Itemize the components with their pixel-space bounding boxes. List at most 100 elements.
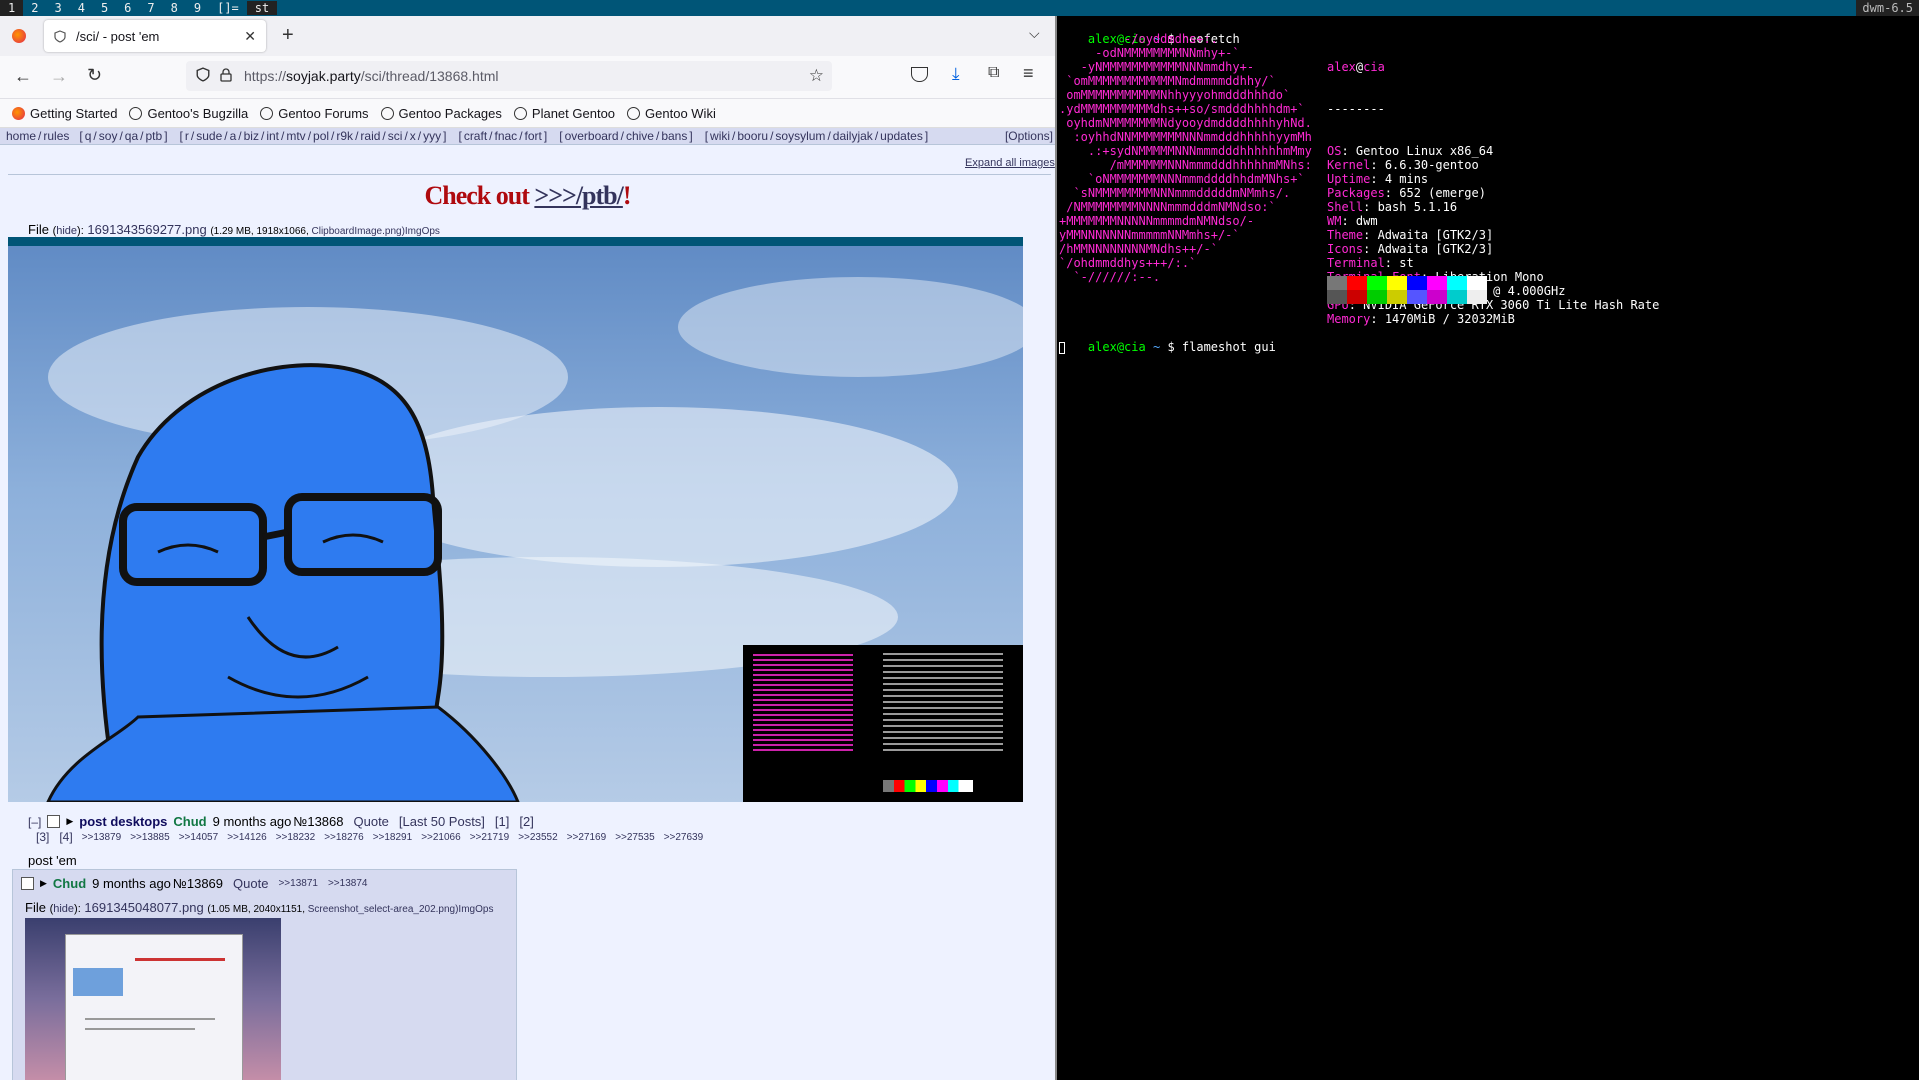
lock-icon[interactable]	[220, 67, 232, 85]
close-tab-icon[interactable]: ✕	[244, 28, 256, 45]
bookmark-gentoo-wiki[interactable]: Gentoo Wiki	[627, 106, 716, 121]
tab-sci-post-em[interactable]: /sci/ - post 'em ✕	[44, 20, 266, 52]
board-link-pol[interactable]: pol	[313, 129, 329, 143]
bookmark-planet-gentoo[interactable]: Planet Gentoo	[513, 106, 615, 121]
op-filename-link[interactable]: 1691343569277.png	[87, 222, 206, 237]
board-link-sude[interactable]: sude	[196, 129, 222, 143]
backlink[interactable]: >>27639	[664, 832, 704, 843]
board-link-raid[interactable]: raid	[360, 129, 380, 143]
bookmark-getting-started[interactable]: Getting Started	[12, 106, 117, 121]
reply-quote-link[interactable]: Quote	[233, 876, 268, 891]
board-link-soy[interactable]: soy	[99, 129, 118, 143]
reply-menu-triangle-icon[interactable]: ▶	[40, 878, 47, 889]
reply-backlink[interactable]: >>13871	[278, 878, 318, 889]
board-link-yyy[interactable]: yyy	[423, 129, 441, 143]
board-link-updates[interactable]: updates	[880, 129, 923, 143]
bookmark-gentoo-s-bugzilla[interactable]: Gentoo's Bugzilla	[129, 106, 248, 121]
reply-checkbox[interactable]	[21, 877, 34, 890]
firefox-view-icon[interactable]	[12, 29, 26, 43]
st-terminal[interactable]: alex@cia ~ $ neofetch -/oyddmdhs+:. -odN…	[1057, 16, 1919, 1080]
op-quote-link[interactable]: Quote	[354, 814, 389, 829]
reply-thumbnail[interactable]	[25, 918, 281, 1080]
dwm-tag-3[interactable]: 3	[46, 0, 69, 16]
list-all-tabs-chevron-icon[interactable]: ⌵	[1029, 25, 1040, 42]
downloads-icon[interactable]: ⤓	[952, 64, 960, 84]
board-link-fort[interactable]: fort	[525, 129, 542, 143]
board-link-booru[interactable]: booru	[737, 129, 768, 143]
board-link-x[interactable]: x	[410, 129, 416, 143]
board-link-craft[interactable]: craft	[464, 129, 487, 143]
board-link-mtv[interactable]: mtv	[286, 129, 305, 143]
backlink[interactable]: >>14126	[227, 832, 267, 843]
backlink[interactable]: >>21719	[470, 832, 510, 843]
board-link-a[interactable]: a	[230, 129, 237, 143]
reply-hide-image-link[interactable]: hide	[53, 903, 74, 915]
board-link-soysylum[interactable]: soysylum	[775, 129, 825, 143]
last-50-posts-link[interactable]: [Last 50 Posts]	[399, 814, 485, 829]
new-tab-button[interactable]: +	[282, 24, 294, 47]
board-link-home[interactable]: home	[6, 129, 36, 143]
op-original-name[interactable]: ClipboardImage.png	[312, 226, 402, 237]
backlink[interactable]: >>27535	[615, 832, 655, 843]
board-link-q[interactable]: q	[85, 129, 92, 143]
backlink[interactable]: >>18291	[373, 832, 413, 843]
board-link-overboard[interactable]: overboard	[565, 129, 619, 143]
page-link-3[interactable]: [3]	[36, 830, 49, 844]
tracking-shield-icon[interactable]	[196, 67, 210, 85]
reply-imgops-link[interactable]: .png)ImgOps	[436, 904, 494, 915]
url-bar[interactable]: https://soyjak.party/sci/thread/13868.ht…	[186, 61, 832, 91]
op-image[interactable]	[8, 237, 1023, 802]
page-link-1[interactable]: [1]	[495, 814, 509, 829]
forward-arrow-icon[interactable]: →	[50, 66, 68, 87]
reply-backlink[interactable]: >>13874	[328, 878, 368, 889]
backlink[interactable]: >>18276	[324, 832, 364, 843]
board-link-bans[interactable]: bans	[661, 129, 687, 143]
imgops-link[interactable]: )ImgOps	[402, 226, 440, 237]
dwm-tag-2[interactable]: 2	[23, 0, 46, 16]
page-link-2[interactable]: [2]	[519, 814, 533, 829]
backlink[interactable]: >>13885	[130, 832, 170, 843]
options-link[interactable]: [Options]	[1005, 129, 1053, 143]
expand-all-images-link[interactable]: Expand all images	[965, 157, 1055, 169]
back-arrow-icon[interactable]: ←	[14, 66, 32, 87]
board-link-fnac[interactable]: fnac	[495, 129, 518, 143]
post-menu-triangle-icon[interactable]: ▶	[66, 816, 73, 827]
board-link-rules[interactable]: rules	[43, 129, 69, 143]
board-link-r9k[interactable]: r9k	[336, 129, 353, 143]
reply-original-name[interactable]: Screenshot_select-area_202	[308, 904, 436, 915]
backlink[interactable]: >>13879	[82, 832, 122, 843]
dwm-tag-5[interactable]: 5	[93, 0, 116, 16]
backlink[interactable]: >>23552	[518, 832, 558, 843]
dwm-tag-6[interactable]: 6	[116, 0, 139, 16]
board-link-r[interactable]: r	[185, 129, 189, 143]
bookmark-gentoo-packages[interactable]: Gentoo Packages	[380, 106, 502, 121]
reply-filename-link[interactable]: 1691345048077.png	[84, 900, 203, 915]
board-link-ptb[interactable]: ptb	[146, 129, 163, 143]
dwm-tag-1[interactable]: 1	[0, 0, 24, 16]
board-link-dailyjak[interactable]: dailyjak	[833, 129, 873, 143]
extensions-icon[interactable]: ⧉	[988, 64, 999, 82]
board-link-chive[interactable]: chive	[626, 129, 654, 143]
backlink[interactable]: >>18232	[276, 832, 316, 843]
minimize-thread-button[interactable]: [–]	[28, 815, 41, 829]
board-link-biz[interactable]: biz	[244, 129, 259, 143]
ptb-link[interactable]: >>>/ptb/	[534, 181, 623, 210]
dwm-layout-symbol[interactable]: []=	[209, 1, 247, 15]
backlink[interactable]: >>21066	[421, 832, 461, 843]
page-link-4[interactable]: [4]	[59, 830, 72, 844]
reload-icon[interactable]: ↻	[87, 65, 102, 86]
board-link-qa[interactable]: qa	[125, 129, 138, 143]
board-link-sci[interactable]: sci	[388, 129, 403, 143]
backlink[interactable]: >>14057	[179, 832, 219, 843]
post-checkbox[interactable]	[47, 815, 61, 828]
hide-image-link[interactable]: hide	[56, 225, 77, 237]
dwm-tag-8[interactable]: 8	[163, 0, 186, 16]
bookmark-gentoo-forums[interactable]: Gentoo Forums	[260, 106, 369, 121]
pocket-icon[interactable]	[911, 67, 928, 82]
board-link-int[interactable]: int	[266, 129, 279, 143]
board-link-wiki[interactable]: wiki	[710, 129, 730, 143]
dwm-tag-4[interactable]: 4	[70, 0, 93, 16]
backlink[interactable]: >>27169	[567, 832, 607, 843]
dwm-tag-9[interactable]: 9	[186, 0, 209, 16]
app-menu-icon[interactable]: ≡	[1023, 63, 1034, 84]
